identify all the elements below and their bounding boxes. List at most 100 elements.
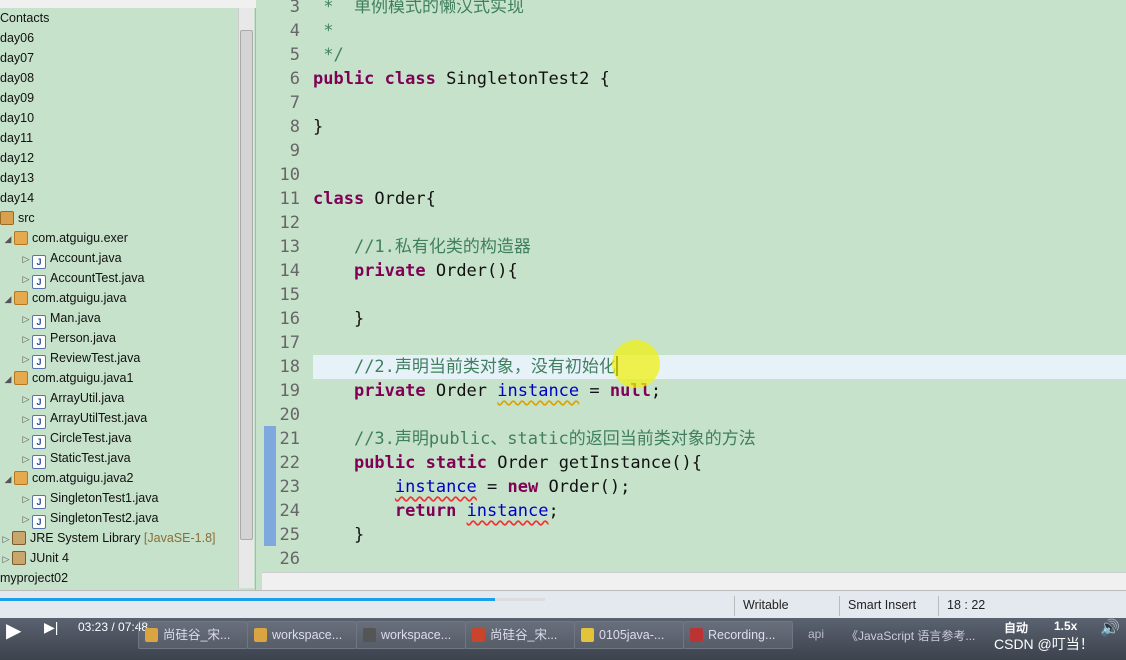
- volume-icon[interactable]: 🔊: [1100, 618, 1120, 638]
- tree-item[interactable]: ▷ J ReviewTest.java: [20, 348, 140, 369]
- taskbar-button[interactable]: workspace...: [247, 621, 357, 649]
- tree-item[interactable]: day12: [0, 148, 34, 168]
- expand-toggle-icon[interactable]: ▷: [20, 309, 32, 329]
- code-line[interactable]: public static Order getInstance(){: [313, 451, 1126, 475]
- code-line[interactable]: }: [313, 523, 1126, 547]
- tree-item-label: JUnit 4: [30, 551, 69, 565]
- horizontal-scrollbar[interactable]: [262, 572, 1126, 590]
- video-progress-bar[interactable]: [0, 598, 496, 601]
- playback-speed[interactable]: 1.5x: [1054, 619, 1077, 633]
- tree-item[interactable]: ◢ com.atguigu.java2: [2, 468, 133, 488]
- app-icon: [254, 628, 267, 642]
- video-progress-track[interactable]: [495, 598, 546, 601]
- tree-item[interactable]: ▷ JUnit 4: [0, 548, 69, 568]
- code-token: public: [353, 453, 416, 473]
- code-line[interactable]: */: [313, 43, 1126, 67]
- tree-item[interactable]: Contacts: [0, 8, 49, 28]
- tree-item[interactable]: day09: [0, 88, 34, 108]
- taskbar-button[interactable]: 尚硅谷_宋...: [138, 621, 248, 649]
- code-line[interactable]: //2.声明当前类对象，没有初始化: [313, 355, 1126, 379]
- scrollbar-thumb[interactable]: [240, 30, 253, 540]
- expand-toggle-icon[interactable]: ▷: [20, 509, 32, 529]
- tree-item[interactable]: day11: [0, 128, 33, 148]
- code-line[interactable]: [313, 403, 1126, 427]
- tree-item[interactable]: ◢ com.atguigu.exer: [2, 228, 128, 248]
- code-line[interactable]: [313, 283, 1126, 307]
- tree-item[interactable]: ▷ J AccountTest.java: [20, 268, 145, 289]
- tree-item[interactable]: myproject02: [0, 568, 68, 588]
- code-line[interactable]: [313, 547, 1126, 571]
- tree-item[interactable]: day14: [0, 188, 34, 208]
- code-line[interactable]: //3.声明public、static的返回当前类对象的方法: [313, 427, 1126, 451]
- code-line[interactable]: [313, 331, 1126, 355]
- taskbar-label: 尚硅谷_宋...: [163, 628, 231, 642]
- code-line[interactable]: * 单例模式的懒汉式实现: [313, 0, 1126, 19]
- tree-item[interactable]: day08: [0, 68, 34, 88]
- tree-item[interactable]: ▷ J CircleTest.java: [20, 428, 131, 449]
- line-number: 17: [279, 333, 300, 353]
- tree-item[interactable]: ▷ JRE System Library [JavaSE-1.8]: [0, 528, 216, 548]
- java-file-icon: J: [32, 335, 46, 349]
- expand-toggle-icon[interactable]: ▷: [20, 249, 32, 269]
- tree-item[interactable]: ▷ J Person.java: [20, 328, 116, 349]
- tree-item[interactable]: ▷ J Man.java: [20, 308, 101, 329]
- tree-item[interactable]: day07: [0, 48, 34, 68]
- code-line[interactable]: }: [313, 115, 1126, 139]
- code-line[interactable]: *: [313, 19, 1126, 43]
- expand-toggle-icon[interactable]: ▷: [20, 349, 32, 369]
- code-line[interactable]: instance = new Order();: [313, 475, 1126, 499]
- tree-item[interactable]: day06: [0, 28, 34, 48]
- code-line[interactable]: private Order(){: [313, 259, 1126, 283]
- app-icon: [472, 628, 485, 642]
- expand-toggle-icon[interactable]: ◢: [2, 369, 14, 389]
- tree-item[interactable]: ▷ J ArrayUtil.java: [20, 388, 124, 409]
- tree-item[interactable]: ▷ J SingletonTest1.java: [20, 488, 158, 509]
- code-editor[interactable]: 3 4 5 6 7 8 9 10 11 12 13 14 15 16 17 18 19 20 21 22 23 24 25 2…: [262, 0, 1126, 572]
- expand-toggle-icon[interactable]: ▷: [20, 489, 32, 509]
- expand-toggle-icon[interactable]: ◢: [2, 229, 14, 249]
- expand-toggle-icon[interactable]: ◢: [2, 469, 14, 489]
- expand-toggle-icon[interactable]: ▷: [20, 389, 32, 409]
- code-token: }: [313, 309, 365, 329]
- tree-item[interactable]: ◢ com.atguigu.java1: [2, 368, 133, 388]
- taskbar-button[interactable]: 0105java-...: [574, 621, 684, 649]
- expand-toggle-icon[interactable]: ▷: [0, 549, 12, 569]
- code-line[interactable]: public class SingletonTest2 {: [313, 67, 1126, 91]
- tree-item[interactable]: ▷ J ArrayUtilTest.java: [20, 408, 148, 429]
- code-line[interactable]: [313, 91, 1126, 115]
- play-icon[interactable]: ▶: [6, 618, 21, 643]
- tree-item[interactable]: ▷ J StaticTest.java: [20, 448, 131, 469]
- tree-item[interactable]: day10: [0, 108, 34, 128]
- code-line[interactable]: //1.私有化类的构造器: [313, 235, 1126, 259]
- taskbar-doc[interactable]: 《JavaScript 语言参考...: [846, 627, 975, 644]
- code-line[interactable]: private Order instance = null;: [313, 379, 1126, 403]
- code-line[interactable]: class Order{: [313, 187, 1126, 211]
- expand-toggle-icon[interactable]: ▷: [20, 449, 32, 469]
- taskbar-button[interactable]: workspace...: [356, 621, 466, 649]
- tree-item[interactable]: src: [0, 208, 35, 228]
- expand-toggle-icon[interactable]: ▷: [20, 269, 32, 289]
- code-line[interactable]: }: [313, 307, 1126, 331]
- tree-item[interactable]: ▷ J SingletonTest2.java: [20, 508, 158, 529]
- next-icon[interactable]: ▶|: [44, 619, 58, 636]
- taskbar-button[interactable]: Recording...: [683, 621, 793, 649]
- code-line[interactable]: [313, 211, 1126, 235]
- tree-item-label: com.atguigu.java2: [32, 471, 134, 485]
- app-icon: [363, 628, 376, 642]
- expand-toggle-icon[interactable]: ◢: [2, 289, 14, 309]
- tree-item[interactable]: day13: [0, 168, 34, 188]
- code-token: //1.私有化类的构造器: [353, 237, 531, 257]
- expand-toggle-icon[interactable]: ▷: [20, 429, 32, 449]
- expand-toggle-icon[interactable]: ▷: [20, 409, 32, 429]
- tree-item[interactable]: ◢ com.atguigu.java: [2, 288, 127, 308]
- tree-item-label: ArrayUtilTest.java: [50, 411, 148, 425]
- sidebar-scrollbar[interactable]: [238, 8, 254, 588]
- code-line[interactable]: [313, 163, 1126, 187]
- tree-item[interactable]: ▷ J Account.java: [20, 248, 122, 269]
- expand-toggle-icon[interactable]: ▷: [0, 529, 12, 549]
- code-line[interactable]: [313, 139, 1126, 163]
- code-line[interactable]: return instance;: [313, 499, 1126, 523]
- taskbar-button[interactable]: 尚硅谷_宋...: [465, 621, 575, 649]
- line-number-gutter: 3 4 5 6 7 8 9 10 11 12 13 14 15 16 17 18 19 20 21 22 23 24 25 2…: [262, 0, 310, 572]
- expand-toggle-icon[interactable]: ▷: [20, 329, 32, 349]
